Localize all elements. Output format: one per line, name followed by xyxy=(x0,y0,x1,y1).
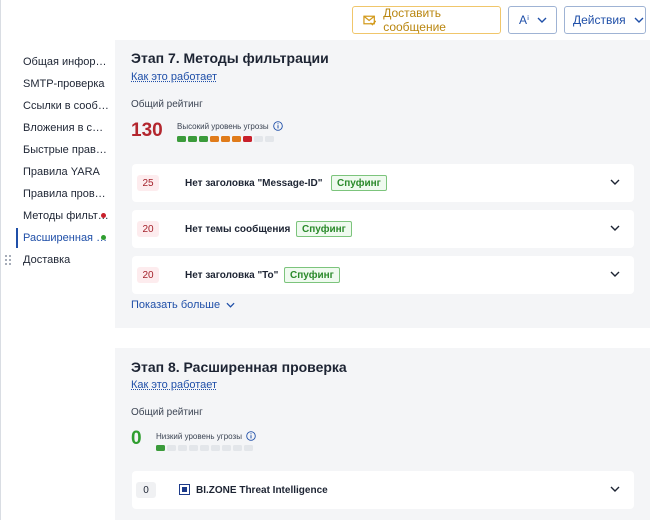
stage8-title: Этап 8. Расширенная проверка xyxy=(131,359,347,375)
check-title: Нет заголовка "Message-ID" xyxy=(185,177,323,189)
stage7-rating-label: Общий рейтинг xyxy=(131,99,203,110)
check-row-no-message-id[interactable]: 25 Нет заголовка "Message-ID" Спуфинг xyxy=(132,164,634,202)
sidebar-item-delivery[interactable]: Доставка xyxy=(0,249,112,271)
meter-segment xyxy=(189,445,198,451)
sidebar-item-label: Вложения в сообщении xyxy=(23,122,109,134)
mail-check-icon xyxy=(363,15,377,26)
sidebar-item-filter-methods[interactable]: Методы фильтрации xyxy=(0,205,112,227)
check-score: 20 xyxy=(137,267,159,283)
deliver-message-label: Доставить сообщение xyxy=(383,6,446,34)
check-row-no-to[interactable]: 20 Нет заголовка "To" Спуфинг xyxy=(132,256,634,294)
meter-segment xyxy=(167,445,176,451)
meter-segment xyxy=(188,136,197,142)
sidebar-item-check-rules[interactable]: Правила проверки xyxy=(0,183,112,205)
sidebar-item-label: Доставка xyxy=(23,254,71,266)
drag-handle-icon[interactable] xyxy=(5,255,11,267)
actions-button[interactable]: Действия xyxy=(564,6,646,34)
bizone-logo-icon xyxy=(179,484,190,495)
meter-segment xyxy=(178,445,187,451)
meter-segment xyxy=(177,136,186,142)
stage7-how-it-works-link[interactable]: Как это работает xyxy=(131,71,217,83)
meter-segment xyxy=(221,136,230,142)
meter-segment xyxy=(222,445,231,451)
sidebar-item-links[interactable]: Ссылки в сообщении xyxy=(0,95,112,117)
stage7-score: 130 xyxy=(131,120,163,141)
stage8-how-it-works-link[interactable]: Как это работает xyxy=(131,379,217,391)
meter-segment xyxy=(233,445,242,451)
chevron-down-icon xyxy=(226,302,235,308)
show-more-button[interactable]: Показать больше xyxy=(131,299,235,311)
sidebar-item-label: Методы фильтрации xyxy=(23,210,109,222)
sidebar-item-label: Ссылки в сообщении xyxy=(23,100,109,112)
check-score: 0 xyxy=(136,482,156,498)
sidebar-item-extended-check[interactable]: Расширенная проверка xyxy=(0,227,112,249)
deliver-message-button[interactable]: Доставить сообщение xyxy=(352,6,501,34)
info-icon[interactable] xyxy=(272,121,283,131)
sidebar-item-label: Правила проверки xyxy=(23,188,109,200)
meter-segment xyxy=(232,136,241,142)
sidebar-item-yara-rules[interactable]: Правила YARA xyxy=(0,161,112,183)
status-dot-red xyxy=(101,213,106,218)
sidebar-nav: Общая информация SMTP-проверка Ссылки в … xyxy=(0,51,112,271)
check-score: 20 xyxy=(137,221,159,237)
check-row-bizone-ti[interactable]: 0 BI.ZONE Threat Intelligence xyxy=(132,471,634,509)
stage7-threat-meter xyxy=(177,136,274,142)
check-title: Нет заголовка "To" xyxy=(185,269,279,281)
spoofing-tag: Спуфинг xyxy=(284,267,340,283)
threat-level-label: Низкий уровень угрозы xyxy=(156,431,242,441)
check-row-no-subject[interactable]: 20 Нет темы сообщения Спуфинг xyxy=(132,210,634,248)
chevron-down-icon[interactable] xyxy=(610,271,620,277)
sidebar-item-smtp-check[interactable]: SMTP-проверка xyxy=(0,73,112,95)
stage8-threat-meter xyxy=(156,445,253,451)
sidebar-item-quick-rules[interactable]: Быстрые правила xyxy=(0,139,112,161)
meter-segment xyxy=(254,136,263,142)
sidebar-item-label: Расширенная проверка xyxy=(23,232,109,244)
top-toolbar: Доставить сообщение Aⁱ Действия xyxy=(0,6,650,34)
check-score: 25 xyxy=(137,175,159,191)
info-icon[interactable] xyxy=(246,431,256,441)
actions-label: Действия xyxy=(573,13,626,27)
stage7-threat-level: Высокий уровень угрозы xyxy=(177,121,283,131)
meter-segment xyxy=(243,136,252,142)
status-dot-green xyxy=(101,235,106,240)
stage8-score: 0 xyxy=(131,428,142,449)
spoofing-tag: Спуфинг xyxy=(296,221,352,237)
chevron-down-icon xyxy=(537,17,547,23)
meter-segment xyxy=(265,136,274,142)
stage8-threat-level: Низкий уровень угрозы xyxy=(156,431,256,441)
meter-segment xyxy=(210,136,219,142)
chevron-down-icon[interactable] xyxy=(610,225,620,231)
check-title: Нет темы сообщения xyxy=(185,223,291,235)
show-more-label: Показать больше xyxy=(131,299,221,311)
meter-segment xyxy=(199,136,208,142)
sidebar-item-label: Общая информация xyxy=(23,56,109,68)
font-size-icon: Aⁱ xyxy=(519,13,530,27)
stage7-section: Этап 7. Методы фильтрации Как это работа… xyxy=(115,40,650,328)
meter-segment xyxy=(156,445,165,451)
stage7-title: Этап 7. Методы фильтрации xyxy=(131,50,329,66)
meter-segment xyxy=(200,445,209,451)
font-size-button[interactable]: Aⁱ xyxy=(508,6,557,34)
sidebar-item-label: Правила YARA xyxy=(23,166,100,178)
sidebar-item-label: Быстрые правила xyxy=(23,144,109,156)
chevron-down-icon[interactable] xyxy=(610,179,620,185)
sidebar-item-attachments[interactable]: Вложения в сообщении xyxy=(0,117,112,139)
sidebar-item-general-info[interactable]: Общая информация xyxy=(0,51,112,73)
chevron-down-icon[interactable] xyxy=(610,486,620,492)
chevron-down-icon xyxy=(634,17,644,23)
check-title: BI.ZONE Threat Intelligence xyxy=(196,484,328,496)
threat-level-label: Высокий уровень угрозы xyxy=(177,121,269,131)
sidebar-item-label: SMTP-проверка xyxy=(23,78,105,90)
stage8-rating-label: Общий рейтинг xyxy=(131,407,203,418)
meter-segment xyxy=(211,445,220,451)
meter-segment xyxy=(244,445,253,451)
spoofing-tag: Спуфинг xyxy=(331,175,387,191)
stage8-section: Этап 8. Расширенная проверка Как это раб… xyxy=(115,348,650,520)
